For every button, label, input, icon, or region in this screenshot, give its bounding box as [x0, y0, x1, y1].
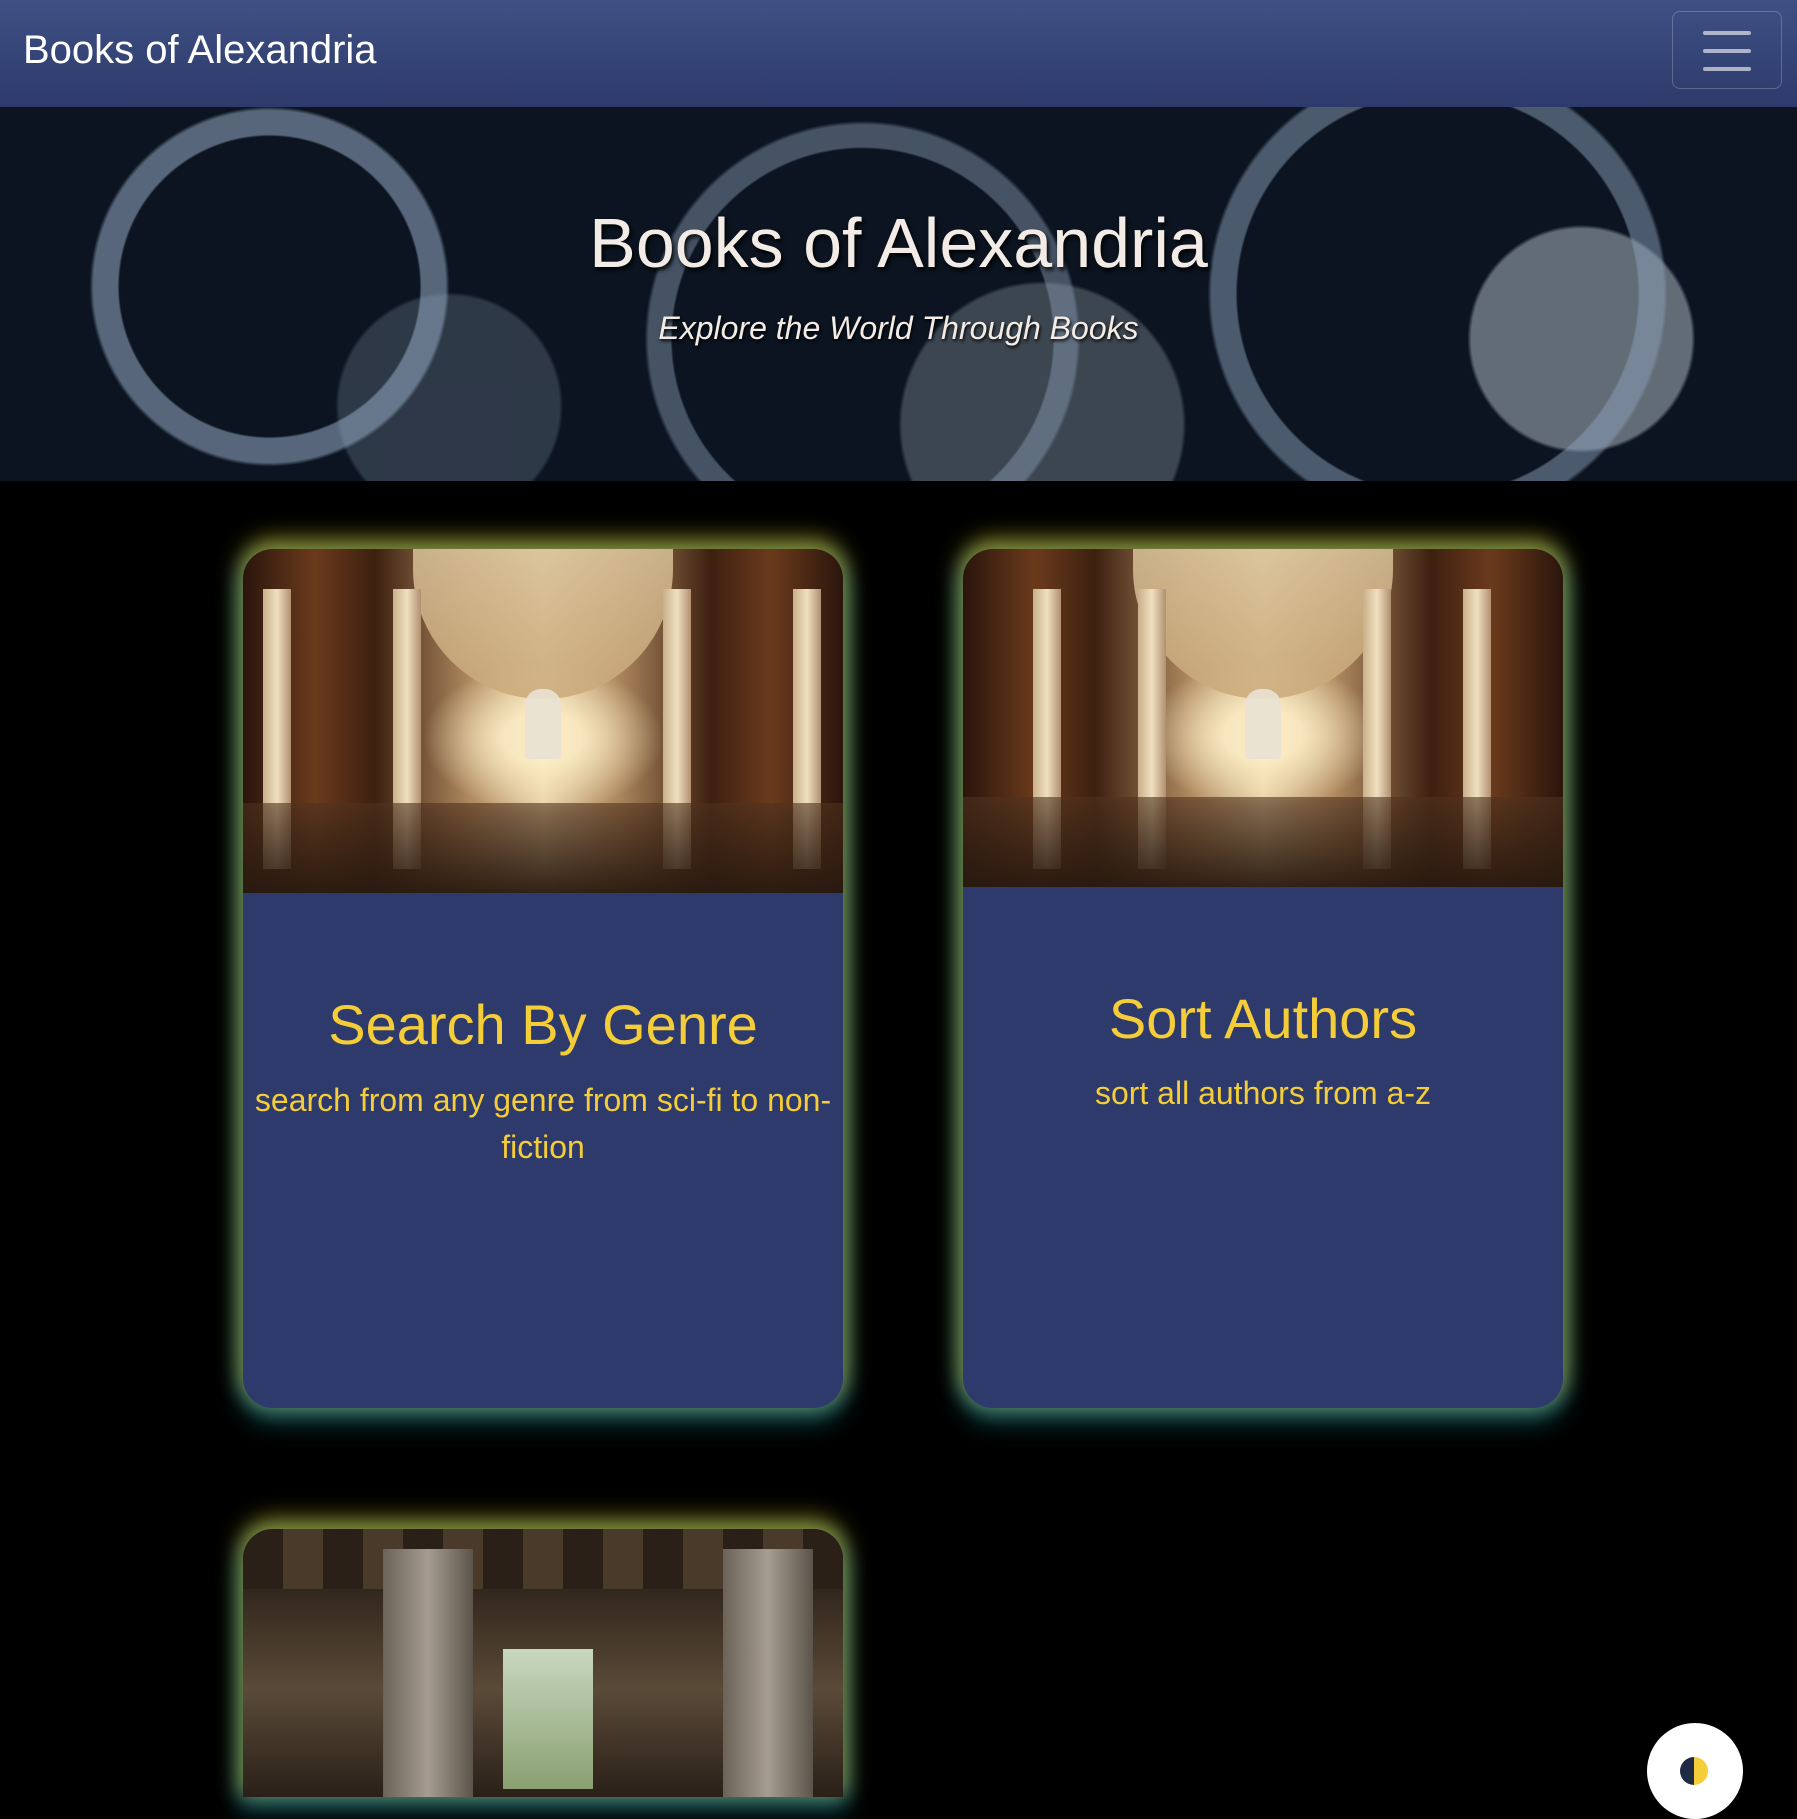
- library-hall-image: [243, 549, 843, 893]
- card-sort-authors[interactable]: Sort Authors sort all authors from a-z: [963, 549, 1563, 1408]
- card-text: search from any genre from sci-fi to non…: [254, 1082, 832, 1165]
- card-title: Search By Genre: [328, 993, 758, 1056]
- card-title: Sort Authors: [1108, 987, 1418, 1050]
- card-library-pillars[interactable]: [243, 1529, 843, 1797]
- navbar-brand[interactable]: Books of Alexandria: [23, 28, 377, 73]
- hero-subtitle: Explore the World Through Books: [658, 310, 1139, 346]
- hero-banner: Books of Alexandria Explore the World Th…: [0, 107, 1797, 481]
- hero-title: Books of Alexandria: [589, 204, 1208, 282]
- library-pillars-image: [243, 1529, 843, 1797]
- half-moon-icon: [1680, 1757, 1708, 1785]
- theme-toggle-button[interactable]: [1647, 1723, 1743, 1819]
- card-search-by-genre[interactable]: Search By Genre search from any genre fr…: [243, 549, 843, 1408]
- navbar-toggle-button[interactable]: [1672, 11, 1782, 89]
- library-hall-image: [963, 549, 1563, 887]
- navbar: Books of Alexandria: [0, 0, 1797, 107]
- card-text: sort all authors from a-z: [1094, 1075, 1432, 1111]
